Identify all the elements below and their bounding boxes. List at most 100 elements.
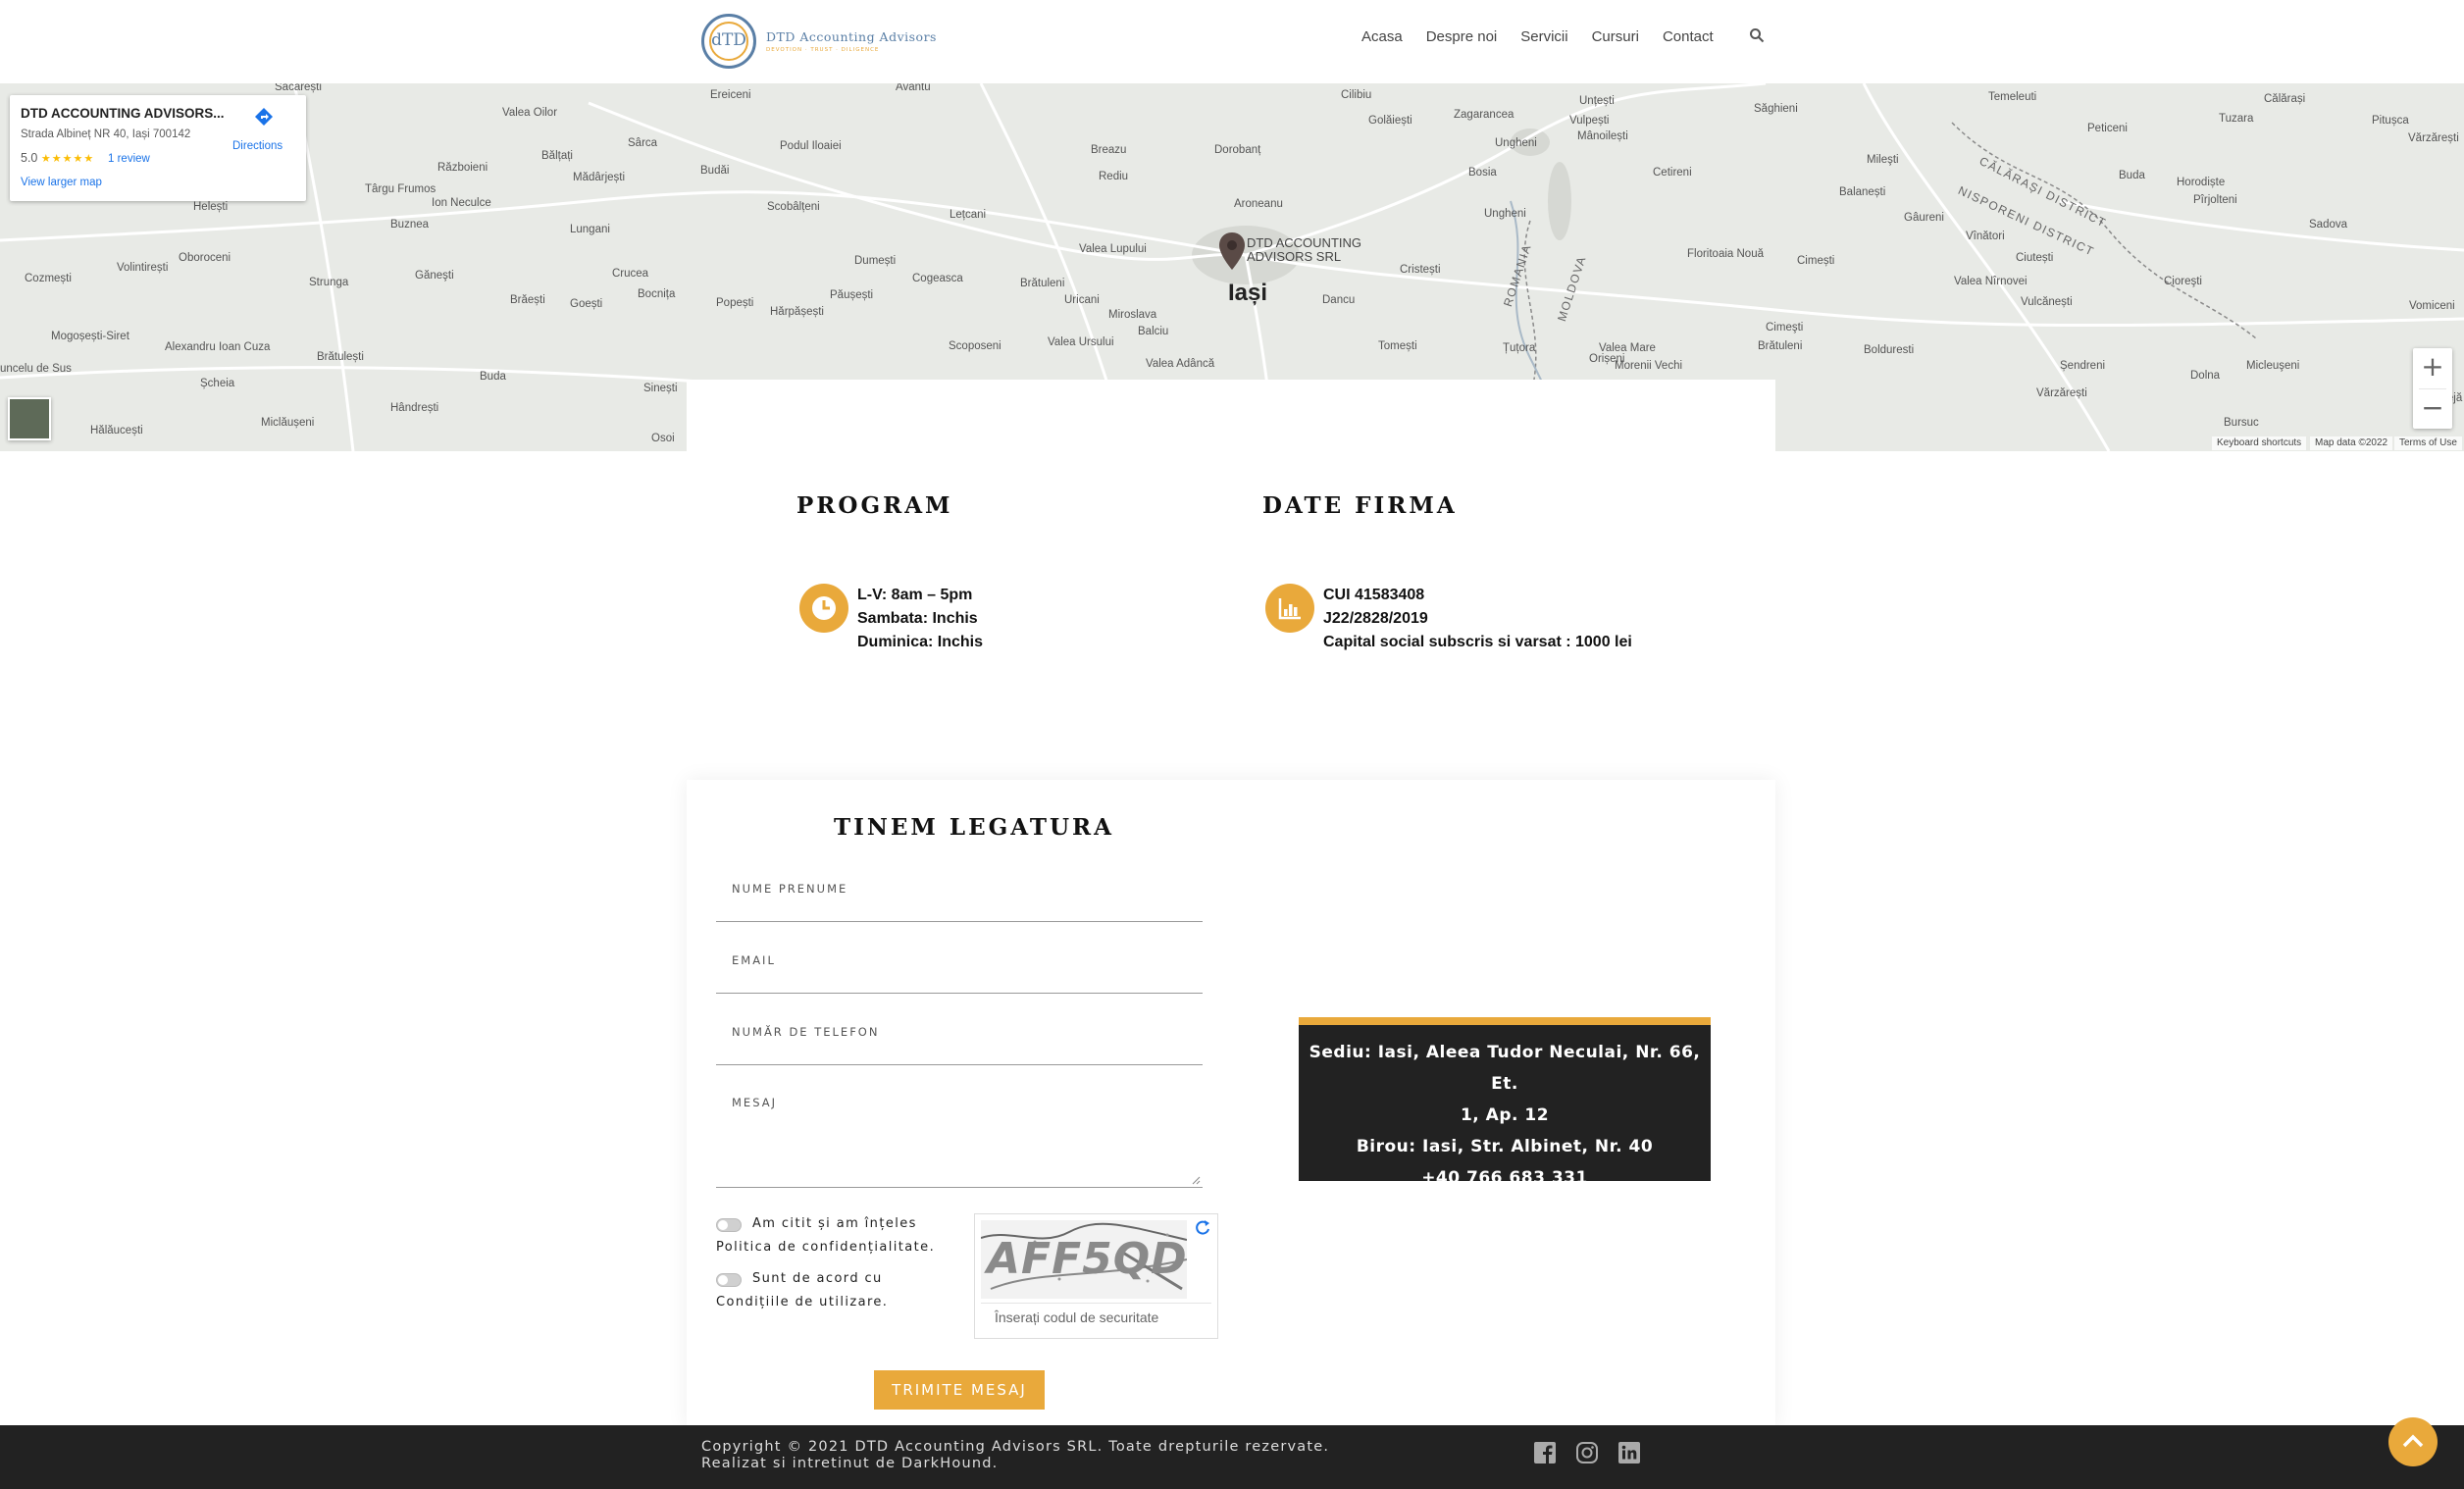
- map-label: Strunga: [309, 277, 349, 288]
- nav-acasa[interactable]: Acasa: [1361, 28, 1403, 45]
- map-label: Sârca: [628, 137, 658, 149]
- map-label: Miroslava: [1108, 309, 1157, 321]
- program-title: PROGRAM: [796, 492, 953, 519]
- office-address-line2: 1, Ap. 12: [1460, 1105, 1550, 1125]
- map-label: Pîrjolteni: [2193, 194, 2237, 206]
- map-label: Popești: [716, 297, 754, 309]
- map-label: Valea Adâncă: [1146, 358, 1215, 370]
- map-label: Budăi: [700, 165, 730, 177]
- hours-sunday: Duminica: Inchis: [857, 634, 984, 650]
- nav-despre-noi[interactable]: Despre noi: [1426, 28, 1498, 45]
- map-label: Hălăucești: [90, 425, 143, 436]
- map-label: Cilibiu: [1341, 89, 1372, 101]
- map-label: Țuțora: [1503, 342, 1536, 354]
- terms-link[interactable]: Condițiile de utilizare.: [716, 1291, 888, 1314]
- map-label: Helești: [193, 201, 229, 213]
- contact-form-title: TINEM LEGATURA: [834, 814, 1114, 841]
- zoom-in-button[interactable]: +: [2413, 348, 2452, 387]
- map-label: Micleuşeni: [2246, 360, 2300, 372]
- map-label: Breazu: [1091, 144, 1127, 156]
- back-to-top-button[interactable]: [2388, 1417, 2438, 1466]
- map-label: Scobâlțeni: [767, 201, 820, 213]
- keyboard-shortcuts-link[interactable]: Keyboard shortcuts: [2212, 436, 2307, 450]
- map-label: Mileşti: [1867, 154, 1899, 166]
- map-label: Unțești: [1579, 95, 1615, 107]
- map-label: Balanești: [1839, 186, 1886, 198]
- rating-value: 5.0: [21, 151, 38, 165]
- map-label: Cogeasca: [912, 273, 963, 284]
- map-label: Cetireni: [1653, 167, 1692, 179]
- terms-of-use-link[interactable]: Terms of Use: [2394, 436, 2462, 450]
- directions-icon[interactable]: [252, 105, 276, 128]
- map-label: Valea Ursului: [1048, 336, 1114, 348]
- nav-servicii[interactable]: Servicii: [1520, 28, 1567, 45]
- captcha-code: AFF5QD: [987, 1234, 1187, 1284]
- map-label: Lungani: [570, 224, 610, 235]
- submit-button[interactable]: TRIMITE MESAJ: [874, 1370, 1045, 1410]
- captcha-input[interactable]: Înserați codul de securitate: [981, 1303, 1211, 1332]
- map-label: Cimeşti: [1766, 322, 1804, 334]
- map-label: Buda: [480, 371, 506, 383]
- map-label: Pitușca: [2372, 115, 2409, 127]
- map-label: Bolduresti: [1864, 344, 1915, 356]
- message-field[interactable]: MESAJ: [716, 1092, 1203, 1188]
- clock-icon: [799, 584, 848, 633]
- captcha-box: AFF5QD Înserați codul de securitate: [974, 1213, 1218, 1339]
- map-label: Valea Nîrnovei: [1954, 276, 2028, 287]
- company-cui: CUI 41583408: [1323, 587, 1425, 603]
- chevron-up-icon: [2402, 1434, 2424, 1448]
- facebook-icon[interactable]: [1533, 1441, 1557, 1464]
- logo-name: DTD Accounting Advisors: [766, 29, 937, 44]
- map-label: Dorobanț: [1214, 144, 1261, 156]
- name-field[interactable]: NUME PRENUME: [716, 878, 1203, 922]
- linkedin-icon[interactable]: [1617, 1441, 1641, 1464]
- map-label: Oboroceni: [179, 252, 231, 264]
- privacy-consent-line1: Am citit și am înțeles: [752, 1216, 917, 1231]
- map-label: Sinești: [643, 383, 678, 394]
- site-logo[interactable]: dTD DTD Accounting Advisors DEVOTION · T…: [701, 14, 937, 69]
- nav-cursuri[interactable]: Cursuri: [1592, 28, 1639, 45]
- phone-number[interactable]: +40 766 683 331: [1299, 1162, 1711, 1194]
- company-data: CUI 41583408 J22/2828/2019 Capital socia…: [1323, 584, 1632, 654]
- email-field-label: EMAIL: [732, 953, 776, 967]
- content-overlap-panel: [687, 380, 1775, 453]
- instagram-icon[interactable]: [1575, 1441, 1599, 1464]
- map-label: Scoposeni: [949, 340, 1001, 352]
- map-label: Peticeni: [2087, 123, 2128, 134]
- map-label: Călărași: [2264, 93, 2306, 105]
- map-data-attribution: Map data ©2022: [2310, 436, 2393, 450]
- map-label: Volintirești: [117, 262, 169, 274]
- map-label: Tuzara: [2219, 113, 2254, 125]
- map-label: Vărzărești: [2408, 132, 2459, 144]
- logo-icon: dTD: [701, 14, 756, 69]
- privacy-policy-link[interactable]: Politica de confidențialitate.: [716, 1236, 935, 1259]
- directions-link[interactable]: Directions: [232, 140, 282, 152]
- location-pin-icon[interactable]: [1218, 231, 1246, 271]
- resize-grip-icon[interactable]: [1191, 1175, 1201, 1185]
- map-label: Săghieni: [1754, 103, 1798, 115]
- terms-consent-text: Sunt de acord cu Condițiile de utilizare…: [716, 1267, 888, 1314]
- map-label: Șendreni: [2060, 360, 2106, 372]
- site-footer: Copyright © 2021 DTD Accounting Advisors…: [0, 1425, 2464, 1489]
- refresh-icon[interactable]: [1193, 1218, 1212, 1238]
- map-label: Ciutești: [2016, 252, 2054, 264]
- place-card-rating: 5.0 ★★★★★: [21, 151, 94, 165]
- zoom-out-button[interactable]: −: [2413, 389, 2452, 429]
- copyright-text: Copyright © 2021 DTD Accounting Advisors…: [701, 1439, 1330, 1455]
- date-firma-title: DATE FIRMA: [1262, 492, 1458, 519]
- map-label: Crucea: [612, 268, 649, 280]
- nav-contact[interactable]: Contact: [1663, 28, 1714, 45]
- search-icon[interactable]: [1749, 27, 1765, 43]
- map-label: Dancu: [1322, 294, 1356, 306]
- map-type-toggle[interactable]: [8, 397, 51, 440]
- map-label: uncelu de Sus: [0, 363, 72, 375]
- map-label: Cristești: [1400, 264, 1441, 276]
- message-field-label: MESAJ: [732, 1096, 777, 1109]
- hours-saturday: Sambata: Inchis: [857, 610, 978, 627]
- map-label: Buznea: [390, 219, 430, 231]
- map-label: Brătulești: [317, 351, 364, 363]
- email-field[interactable]: EMAIL: [716, 950, 1203, 994]
- view-larger-map-link[interactable]: View larger map: [21, 177, 102, 188]
- reviews-link[interactable]: 1 review: [108, 153, 150, 165]
- phone-field[interactable]: NUMĂR DE TELEFON: [716, 1021, 1203, 1065]
